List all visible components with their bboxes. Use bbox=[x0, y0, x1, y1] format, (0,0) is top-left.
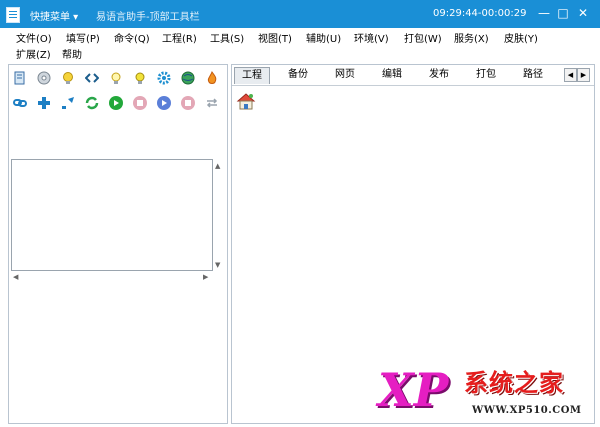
play-icon[interactable] bbox=[107, 94, 125, 112]
disc-icon[interactable] bbox=[35, 69, 53, 87]
flame-icon[interactable] bbox=[203, 69, 221, 87]
scroll-left-arrow[interactable]: ◀ bbox=[13, 273, 18, 281]
bulb-icon[interactable] bbox=[131, 69, 149, 87]
tab-prev-button[interactable]: ◀ bbox=[564, 68, 577, 82]
menu-tools[interactable]: 工具(S) bbox=[210, 30, 244, 45]
menu-file[interactable]: 文件(O) bbox=[16, 30, 52, 45]
list-box[interactable] bbox=[11, 159, 213, 271]
bulb-icon[interactable] bbox=[107, 69, 125, 87]
tab-path[interactable]: 路径 bbox=[516, 67, 550, 83]
project-file-icon[interactable] bbox=[236, 91, 256, 111]
toolbar-row-2 bbox=[11, 92, 225, 114]
bulb-icon[interactable] bbox=[59, 69, 77, 87]
menu-view[interactable]: 视图(T) bbox=[258, 30, 292, 45]
minimize-button[interactable]: — bbox=[536, 5, 552, 21]
menu-pack[interactable]: 打包(W) bbox=[404, 30, 442, 45]
app-icon[interactable] bbox=[6, 7, 20, 23]
tab-edit[interactable]: 编辑 bbox=[375, 67, 409, 83]
clock-readout: 09:29:44-00:00:29 bbox=[433, 8, 527, 19]
stop-icon[interactable] bbox=[131, 94, 149, 112]
menu-extend[interactable]: 扩展(Z) bbox=[16, 46, 51, 61]
title-bar: 快捷菜单 ▾ 易语言助手-顶部工具栏 09:29:44-00:00:29 — □… bbox=[0, 0, 600, 28]
scroll-down-arrow[interactable]: ▼ bbox=[215, 261, 220, 269]
stop-icon[interactable] bbox=[179, 94, 197, 112]
menu-service[interactable]: 服务(X) bbox=[454, 30, 489, 45]
menu-skin[interactable]: 皮肤(Y) bbox=[504, 30, 538, 45]
menu-bar: 文件(O) 填写(P) 命令(Q) 工程(R) 工具(S) 视图(T) 辅助(U… bbox=[0, 28, 600, 62]
watermark-logo: XP bbox=[378, 363, 449, 417]
link-icon[interactable] bbox=[11, 94, 29, 112]
menu-command[interactable]: 命令(Q) bbox=[114, 30, 150, 45]
menu-project[interactable]: 工程(R) bbox=[162, 30, 197, 45]
menu-assist[interactable]: 辅助(U) bbox=[306, 30, 341, 45]
exchange-icon[interactable] bbox=[203, 94, 221, 112]
tab-webpage[interactable]: 网页 bbox=[328, 67, 362, 83]
scroll-up-arrow[interactable]: ▲ bbox=[215, 162, 220, 170]
scroll-right-arrow[interactable]: ▶ bbox=[203, 273, 208, 281]
watermark-name: 系统之家 bbox=[464, 369, 564, 397]
toolbar-row-1 bbox=[11, 67, 225, 89]
menu-environment[interactable]: 环境(V) bbox=[354, 30, 389, 45]
window-title: 易语言助手-顶部工具栏 bbox=[96, 12, 200, 23]
left-pane: ▲ ▼ ◀ ▶ bbox=[8, 64, 228, 424]
maximize-button[interactable]: □ bbox=[555, 5, 571, 21]
next-icon[interactable] bbox=[155, 94, 173, 112]
close-button[interactable]: ✕ bbox=[575, 5, 591, 21]
menu-help[interactable]: 帮助 bbox=[62, 46, 82, 61]
code-icon[interactable] bbox=[83, 69, 101, 87]
tab-pack[interactable]: 打包 bbox=[469, 67, 503, 83]
arrow-icon[interactable] bbox=[59, 94, 77, 112]
add-icon[interactable] bbox=[35, 94, 53, 112]
watermark-url: WWW.XP510.COM bbox=[472, 405, 582, 416]
tab-next-button[interactable]: ▶ bbox=[577, 68, 590, 82]
tab-project[interactable]: 工程 bbox=[234, 67, 270, 84]
watermark: XP 系统之家 WWW.XP510.COM bbox=[378, 365, 596, 423]
gear-icon[interactable] bbox=[155, 69, 173, 87]
menu-fill[interactable]: 填写(P) bbox=[66, 30, 100, 45]
globe-icon[interactable] bbox=[179, 69, 197, 87]
book-icon[interactable] bbox=[11, 69, 29, 87]
refresh-icon[interactable] bbox=[83, 94, 101, 112]
quick-menu-button[interactable]: 快捷菜单 ▾ bbox=[30, 8, 78, 23]
tab-bar: 工程 备份 网页 编辑 发布 打包 路径 ◀ ▶ bbox=[232, 65, 594, 86]
tab-publish[interactable]: 发布 bbox=[422, 67, 456, 83]
tab-backup[interactable]: 备份 bbox=[281, 67, 315, 83]
